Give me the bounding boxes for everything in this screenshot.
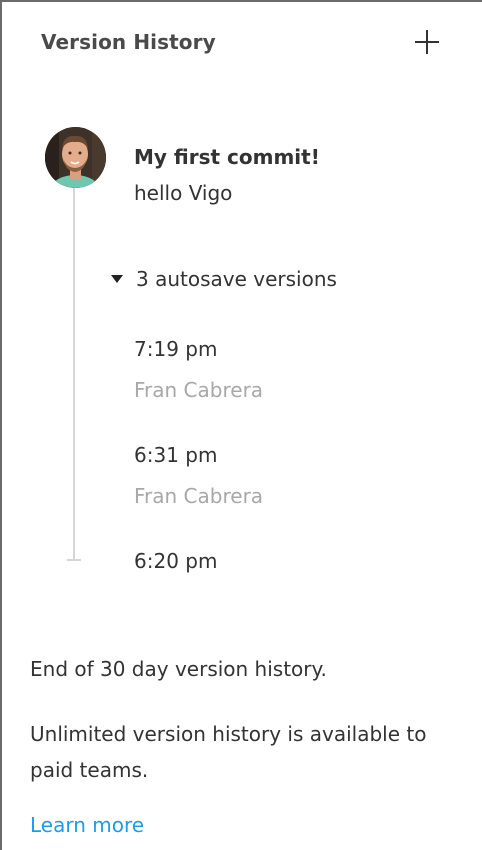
- version-time: 6:31 pm: [134, 443, 218, 467]
- commit-title[interactable]: My first commit!: [134, 145, 320, 169]
- upgrade-note: Unlimited version history is available t…: [30, 722, 427, 782]
- autosave-toggle[interactable]: 3 autosave versions: [109, 265, 337, 293]
- autosave-label: 3 autosave versions: [136, 267, 337, 291]
- avatar: [45, 127, 106, 188]
- timeline-line: [73, 186, 75, 560]
- version-item[interactable]: 6:20 pm: [134, 549, 217, 573]
- version-time: 7:19 pm: [134, 337, 218, 361]
- version-author: Fran Cabrera: [134, 378, 264, 402]
- commit-description: hello Vigo: [134, 181, 233, 205]
- version-author: Fran Cabrera: [134, 484, 264, 508]
- panel-title: Version History: [41, 30, 216, 54]
- timeline-end-marker: [67, 559, 81, 561]
- version-history-panel: Version History My first commit! hello V…: [0, 0, 482, 850]
- history-end-text: End of 30 day version history.: [30, 657, 327, 681]
- caret-down-icon: [111, 275, 123, 283]
- version-time: 6:20 pm: [134, 549, 218, 573]
- version-item[interactable]: 7:19 pm Fran Cabrera: [134, 337, 263, 402]
- learn-more-link[interactable]: Learn more: [30, 813, 144, 837]
- version-item[interactable]: 6:31 pm Fran Cabrera: [134, 443, 263, 508]
- add-version-button[interactable]: [413, 28, 441, 56]
